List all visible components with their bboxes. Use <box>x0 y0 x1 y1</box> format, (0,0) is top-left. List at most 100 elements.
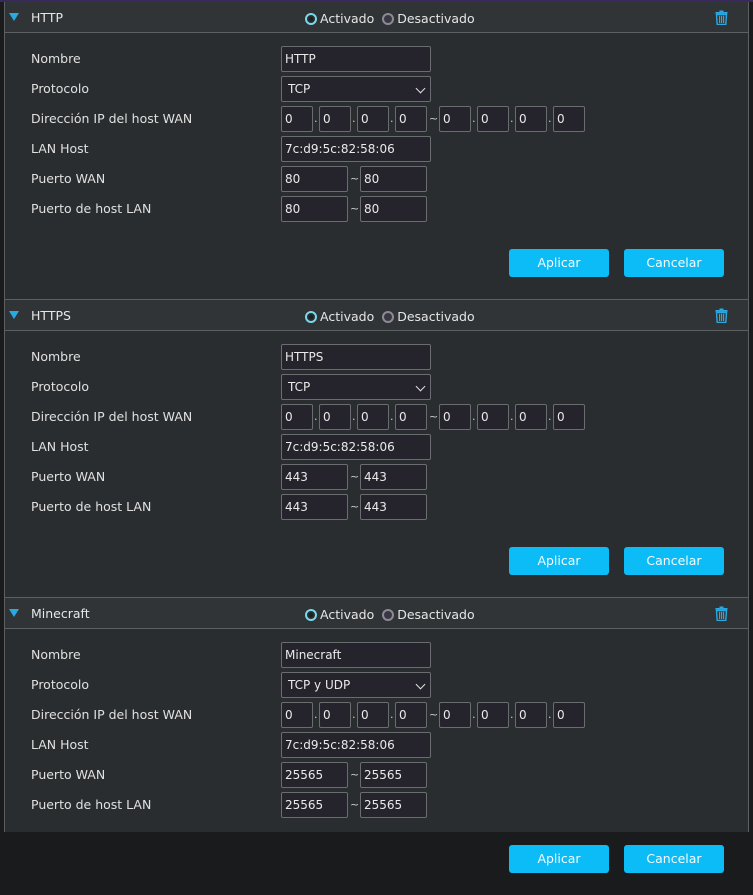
wan-ip-label: Dirección IP del host WAN <box>31 409 193 424</box>
lan-host-input[interactable]: 7c:d9:5c:82:58:06 <box>281 434 431 460</box>
protocol-label: Protocolo <box>31 379 90 394</box>
radio-disabled-label[interactable]: Desactivado <box>397 607 474 622</box>
row-name: Nombre HTTPS <box>5 344 748 370</box>
row-protocol: Protocolo TCP y UDP <box>5 672 748 698</box>
apply-button[interactable]: Aplicar <box>509 547 609 575</box>
rule-title: HTTPS <box>31 308 71 323</box>
port-forward-rule: Minecraft Activado Desactivado Nombre Mi… <box>5 597 748 895</box>
trash-icon[interactable] <box>715 308 728 323</box>
rule-header[interactable]: Minecraft Activado Desactivado <box>5 597 748 629</box>
ip-dot: . <box>472 410 476 423</box>
lan-host-label: LAN Host <box>31 141 89 156</box>
wan-ip-end-octet-1[interactable]: 0 <box>439 702 471 728</box>
wan-ip-start-octet-3[interactable]: 0 <box>357 702 389 728</box>
ip-dot: . <box>548 708 552 721</box>
wan-ip-start-octet-3[interactable]: 0 <box>357 404 389 430</box>
rule-header[interactable]: HTTPS Activado Desactivado <box>5 299 748 331</box>
range-tilde: ~ <box>429 112 439 125</box>
wan-ip-start-octet-4[interactable]: 0 <box>395 106 427 132</box>
lan-port-end-input[interactable]: 443 <box>360 494 427 520</box>
trash-icon[interactable] <box>715 606 728 621</box>
wan-ip-end-octet-1[interactable]: 0 <box>439 404 471 430</box>
wan-port-label: Puerto WAN <box>31 469 106 484</box>
wan-ip-end-octet-4[interactable]: 0 <box>553 106 585 132</box>
row-wan-ip: Dirección IP del host WAN 0 . 0 . 0 . 0 … <box>5 702 748 728</box>
lan-host-input[interactable]: 7c:d9:5c:82:58:06 <box>281 732 431 758</box>
wan-port-start-input[interactable]: 443 <box>281 464 348 490</box>
ip-dot: . <box>548 410 552 423</box>
rule-body: Nombre HTTPS Protocolo TCP Dirección IP … <box>5 331 748 597</box>
protocol-select[interactable]: TCP <box>281 76 431 102</box>
name-label: Nombre <box>31 349 81 364</box>
row-lan-port: Puerto de host LAN 443 ~ 443 <box>5 494 748 520</box>
radio-disabled-label[interactable]: Desactivado <box>397 309 474 324</box>
cancel-button[interactable]: Cancelar <box>624 249 724 277</box>
name-input[interactable]: HTTPS <box>281 344 431 370</box>
protocol-select-value: TCP y UDP <box>288 678 351 692</box>
protocol-select[interactable]: TCP y UDP <box>281 672 431 698</box>
radio-disabled[interactable] <box>382 310 395 323</box>
ip-dot: . <box>352 410 356 423</box>
lan-port-start-input[interactable]: 443 <box>281 494 348 520</box>
radio-enabled-label[interactable]: Activado <box>320 11 374 26</box>
cancel-button[interactable]: Cancelar <box>624 547 724 575</box>
rule-header[interactable]: HTTP Activado Desactivado <box>5 2 748 33</box>
trash-icon[interactable] <box>715 10 728 25</box>
name-input[interactable]: HTTP <box>281 46 431 72</box>
wan-ip-end-octet-2[interactable]: 0 <box>477 404 509 430</box>
radio-enabled[interactable] <box>305 310 317 323</box>
apply-button[interactable]: Aplicar <box>509 249 609 277</box>
wan-ip-end-octet-4[interactable]: 0 <box>553 404 585 430</box>
wan-ip-start-octet-4[interactable]: 0 <box>395 702 427 728</box>
row-name: Nombre Minecraft <box>5 642 748 668</box>
triangle-down-icon[interactable] <box>9 13 19 21</box>
wan-ip-start-octet-1[interactable]: 0 <box>281 404 313 430</box>
wan-port-start-input[interactable]: 80 <box>281 166 348 192</box>
wan-ip-start-octet-4[interactable]: 0 <box>395 404 427 430</box>
lan-port-end-input[interactable]: 80 <box>360 196 427 222</box>
radio-disabled-label[interactable]: Desactivado <box>397 11 474 26</box>
lan-host-input[interactable]: 7c:d9:5c:82:58:06 <box>281 136 431 162</box>
name-input[interactable]: Minecraft <box>281 642 431 668</box>
lan-port-end-input[interactable]: 25565 <box>360 792 427 818</box>
wan-ip-end-octet-2[interactable]: 0 <box>477 106 509 132</box>
radio-enabled-label[interactable]: Activado <box>320 309 374 324</box>
wan-port-start-input[interactable]: 25565 <box>281 762 348 788</box>
wan-ip-end-octet-3[interactable]: 0 <box>515 106 547 132</box>
wan-port-end-input[interactable]: 443 <box>360 464 427 490</box>
wan-ip-end-octet-3[interactable]: 0 <box>515 702 547 728</box>
wan-ip-end-octet-4[interactable]: 0 <box>553 702 585 728</box>
wan-port-end-input[interactable]: 25565 <box>360 762 427 788</box>
triangle-down-icon[interactable] <box>9 311 19 319</box>
wan-ip-start-octet-1[interactable]: 0 <box>281 702 313 728</box>
triangle-down-icon[interactable] <box>9 609 19 617</box>
wan-ip-start-octet-2[interactable]: 0 <box>319 106 351 132</box>
radio-disabled[interactable] <box>382 608 395 621</box>
radio-enabled[interactable] <box>305 608 317 621</box>
radio-enabled[interactable] <box>305 12 317 25</box>
lan-port-start-input[interactable]: 25565 <box>281 792 348 818</box>
wan-ip-end-octet-1[interactable]: 0 <box>439 106 471 132</box>
wan-port-end-input[interactable]: 80 <box>360 166 427 192</box>
radio-enabled-label[interactable]: Activado <box>320 607 374 622</box>
ip-dot: . <box>510 112 514 125</box>
wan-ip-start-octet-3[interactable]: 0 <box>357 106 389 132</box>
wan-ip-start-octet-1[interactable]: 0 <box>281 106 313 132</box>
protocol-select-value: TCP <box>288 82 311 96</box>
ip-dot: . <box>472 708 476 721</box>
wan-ip-start-octet-2[interactable]: 0 <box>319 702 351 728</box>
wan-ip-end-octet-3[interactable]: 0 <box>515 404 547 430</box>
ip-dot: . <box>390 410 394 423</box>
range-tilde: ~ <box>350 500 360 513</box>
radio-disabled[interactable] <box>382 12 395 25</box>
apply-button[interactable]: Aplicar <box>509 845 609 873</box>
row-protocol: Protocolo TCP <box>5 76 748 102</box>
protocol-select[interactable]: TCP <box>281 374 431 400</box>
row-lan-port: Puerto de host LAN 25565 ~ 25565 <box>5 792 748 818</box>
range-tilde: ~ <box>429 410 439 423</box>
row-actions: Aplicar Cancelar <box>5 547 748 575</box>
cancel-button[interactable]: Cancelar <box>624 845 724 873</box>
lan-port-start-input[interactable]: 80 <box>281 196 348 222</box>
wan-ip-start-octet-2[interactable]: 0 <box>319 404 351 430</box>
wan-ip-end-octet-2[interactable]: 0 <box>477 702 509 728</box>
